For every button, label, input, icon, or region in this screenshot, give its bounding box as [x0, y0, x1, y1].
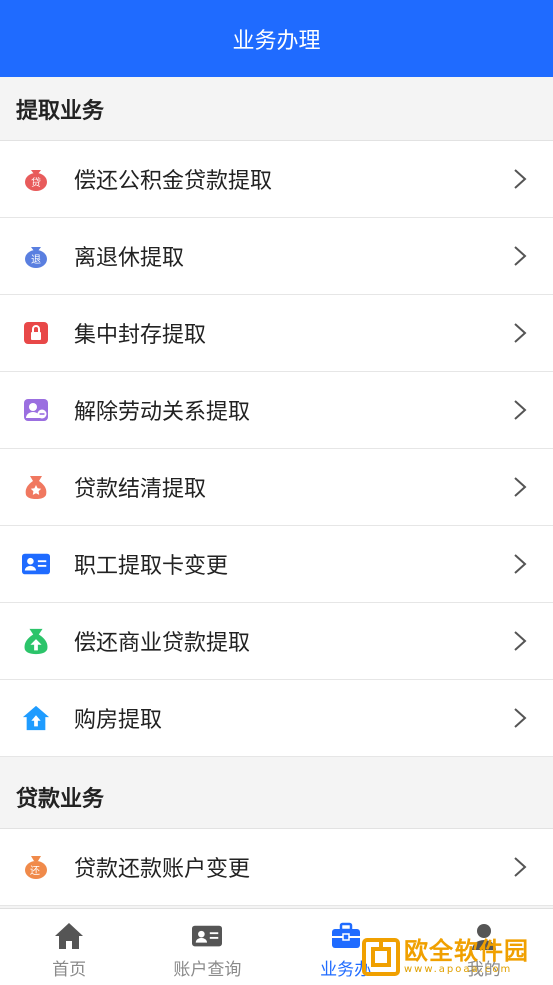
item-label: 偿还商业贷款提取: [74, 631, 251, 656]
retire-bag-icon: 退: [22, 242, 50, 270]
item-label: 离退休提取: [74, 246, 185, 271]
page-title: 业务办理: [232, 28, 321, 54]
lock-icon: [22, 319, 50, 347]
house-icon: [22, 704, 50, 732]
list-item[interactable]: 解除劳动关系提取: [0, 372, 553, 449]
id-card-icon: [22, 550, 50, 578]
watermark-main: 欧全软件园: [404, 937, 529, 965]
watermark-logo-icon: [362, 938, 400, 976]
tab-home[interactable]: 首页: [0, 909, 138, 985]
svg-text:还: 还: [30, 865, 40, 877]
list-item[interactable]: 职工提取卡变更: [0, 526, 553, 603]
item-label: 解除劳动关系提取: [74, 400, 251, 425]
item-label: 购房提取: [74, 708, 163, 733]
chevron-right-icon: [509, 322, 531, 344]
chevron-right-icon: [509, 707, 531, 729]
home-icon: [54, 921, 84, 951]
list-item[interactable]: 贷 偿还公积金贷款提取: [0, 141, 553, 218]
withdrawal-list: 贷 偿还公积金贷款提取 退 离退休提取 集中封存提取 解除劳动关系提取 贷款结清…: [0, 141, 553, 757]
item-label: 贷款结清提取: [74, 477, 207, 502]
item-label: 职工提取卡变更: [74, 554, 229, 579]
loan-list: 还 贷款还款账户变更: [0, 829, 553, 906]
watermark: 欧全软件园 www.apoaa.com: [362, 935, 548, 979]
item-label: 集中封存提取: [74, 323, 207, 348]
list-item[interactable]: 贷款结清提取: [0, 449, 553, 526]
chevron-right-icon: [509, 856, 531, 878]
upload-bag-icon: [22, 627, 50, 655]
section-title-loan: 贷款业务: [0, 765, 553, 829]
svg-text:退: 退: [31, 254, 41, 266]
tab-label: 账户查询: [173, 960, 242, 980]
svg-text:贷: 贷: [31, 176, 41, 189]
account-card-icon: [192, 921, 223, 951]
watermark-text: 欧全软件园 www.apoaa.com: [404, 938, 529, 976]
repay-bag-icon: 还: [22, 853, 50, 881]
chevron-right-icon: [509, 476, 531, 498]
chevron-right-icon: [509, 553, 531, 575]
briefcase-icon: [331, 921, 361, 951]
list-item[interactable]: 购房提取: [0, 680, 553, 757]
section-title-withdrawal: 提取业务: [0, 77, 553, 141]
tab-account-query[interactable]: 账户查询: [138, 909, 276, 985]
money-bag-icon: [22, 473, 50, 501]
list-item[interactable]: 退 离退休提取: [0, 218, 553, 295]
item-label: 偿还公积金贷款提取: [74, 169, 273, 194]
chevron-right-icon: [509, 245, 531, 267]
list-item[interactable]: 还 贷款还款账户变更: [0, 829, 553, 906]
chevron-right-icon: [509, 630, 531, 652]
user-remove-icon: [22, 396, 50, 424]
item-label: 贷款还款账户变更: [74, 857, 251, 882]
loan-bag-icon: 贷: [22, 165, 50, 193]
page-header: 业务办理: [0, 0, 553, 77]
list-item[interactable]: 集中封存提取: [0, 295, 553, 372]
list-item[interactable]: 偿还商业贷款提取: [0, 603, 553, 680]
tab-label: 首页: [52, 960, 87, 980]
chevron-right-icon: [509, 399, 531, 421]
watermark-sub: www.apoaa.com: [404, 964, 513, 975]
chevron-right-icon: [509, 168, 531, 190]
